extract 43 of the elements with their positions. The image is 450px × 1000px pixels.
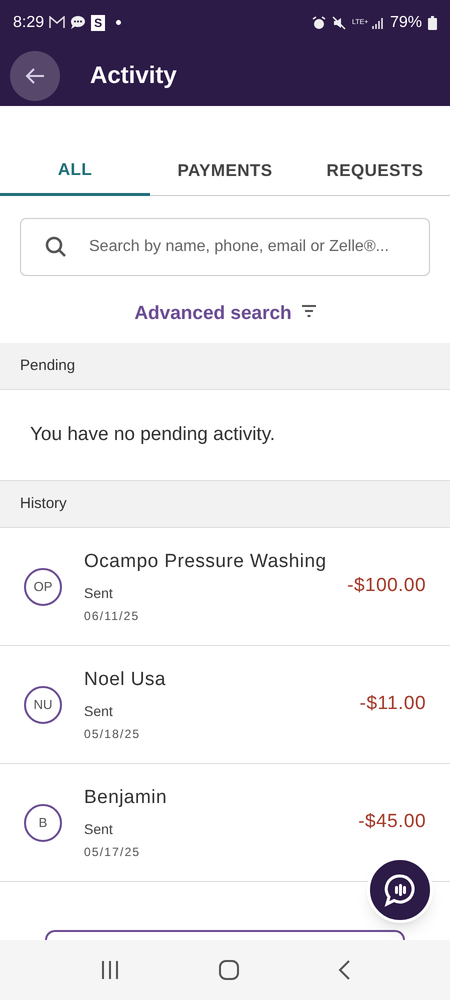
initials-avatar: NU — [24, 686, 62, 724]
status-label: Sent — [84, 820, 114, 839]
status-label: Sent — [84, 702, 114, 721]
search-field[interactable]: Search by name, phone, email or Zelle®... — [20, 218, 430, 276]
status-label: Sent — [84, 584, 114, 603]
section-heading: Pending — [20, 356, 76, 376]
payee-name: Benjamin — [84, 786, 168, 810]
recent-apps-icon[interactable] — [100, 961, 120, 979]
transaction-row[interactable]: OP Ocampo Pressure Washing Sent 06/11/25 -$100.00 — [0, 528, 450, 646]
app-badge: S — [91, 14, 106, 30]
payee-name: Noel Usa — [84, 668, 167, 692]
status-time: 8:29 — [13, 12, 44, 32]
home-icon[interactable] — [218, 960, 239, 980]
transaction-row[interactable]: NU Noel Usa Sent 05/18/25 -$11.00 — [0, 646, 450, 764]
amount: -$11.00 — [360, 692, 426, 716]
back-button[interactable] — [10, 50, 60, 100]
section-heading: History — [20, 494, 67, 514]
chat-bubble-icon — [383, 873, 417, 907]
initials-avatar: B — [24, 804, 62, 842]
battery-level: 79% — [390, 12, 422, 32]
filter-icon — [302, 305, 316, 317]
mute-icon — [332, 16, 346, 30]
date-label: 05/18/25 — [84, 726, 142, 743]
page-title: Activity — [90, 60, 177, 90]
back-arrow-icon — [25, 66, 45, 84]
date-label: 06/11/25 — [84, 608, 140, 625]
signal-icon — [372, 16, 384, 28]
empty-message: You have no pending activity. — [30, 422, 276, 447]
advanced-search-link[interactable]: Advanced search — [134, 300, 316, 326]
amount: -$100.00 — [347, 574, 426, 598]
date-label: 05/17/25 — [84, 844, 142, 861]
chat-icon — [70, 15, 86, 30]
initials-avatar: OP — [24, 568, 62, 606]
battery-icon — [428, 16, 437, 30]
search-icon — [45, 236, 67, 258]
tab[interactable]: REQUESTS — [300, 146, 450, 196]
tab[interactable]: PAYMENTS — [150, 146, 300, 196]
amount: -$45.00 — [358, 810, 426, 834]
alarm-icon — [312, 16, 326, 30]
back-icon[interactable] — [338, 960, 350, 980]
tab[interactable]: ALL — [0, 146, 150, 196]
mail-icon — [49, 16, 66, 29]
payee-name: Ocampo Pressure Washing — [84, 550, 328, 574]
